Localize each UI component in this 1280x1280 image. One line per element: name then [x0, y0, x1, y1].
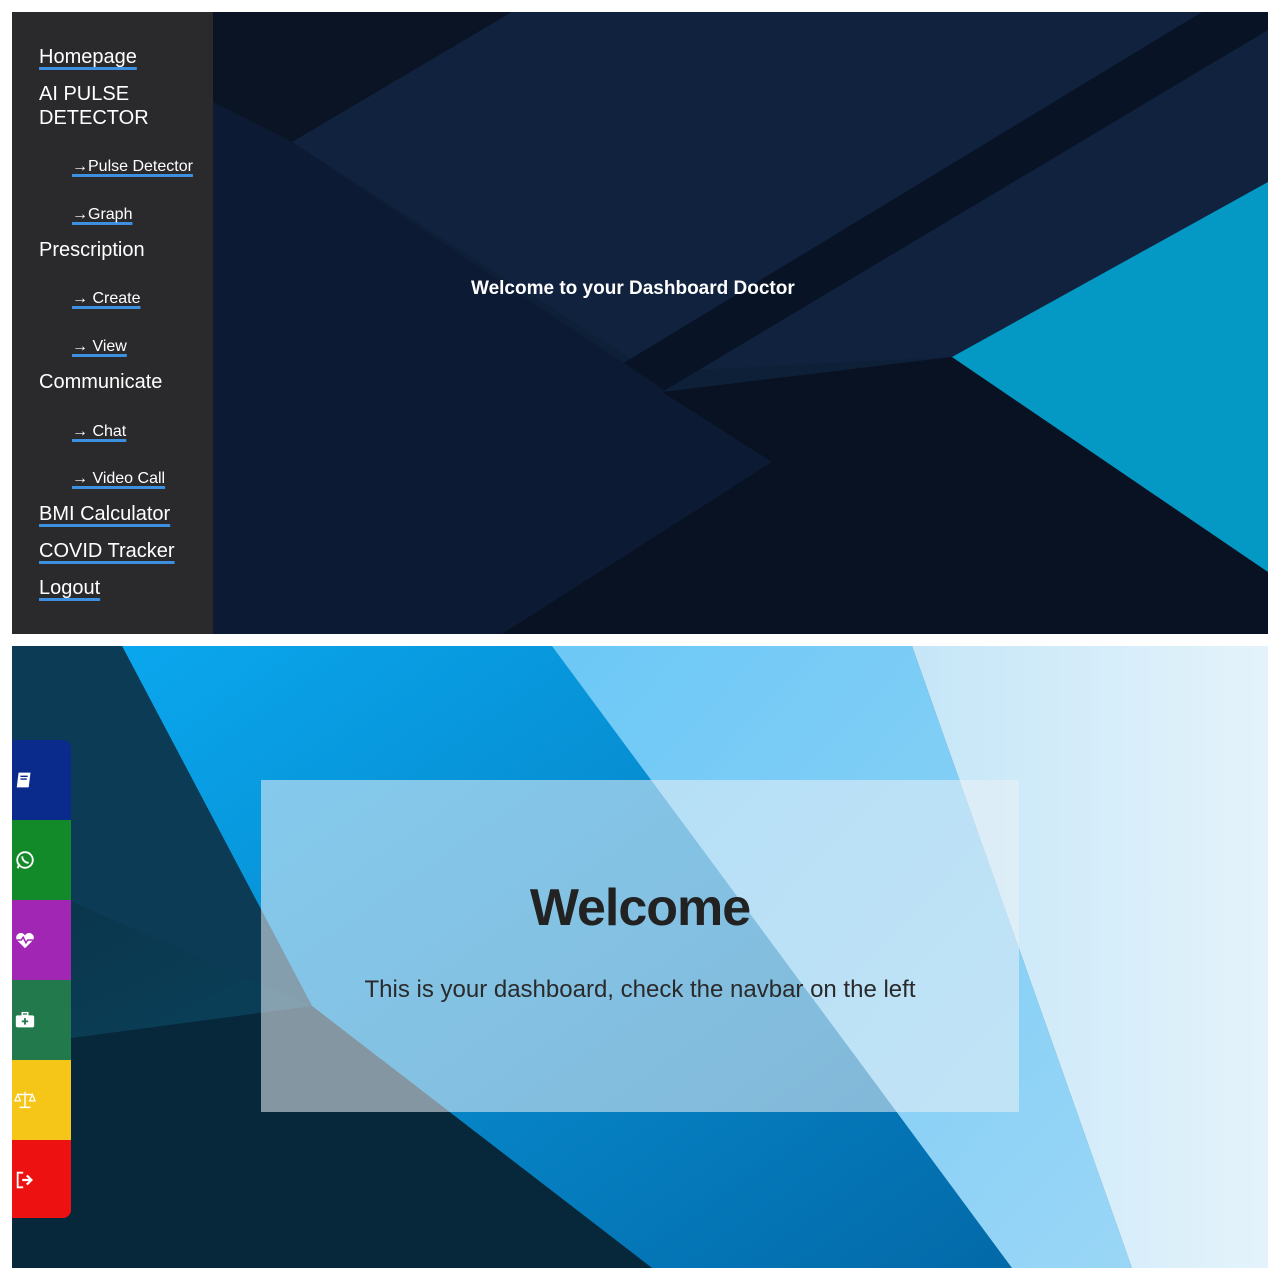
scale-icon: [14, 1091, 36, 1109]
nav-section-ai-pulse-detector: AI PULSE DETECTOR: [39, 83, 149, 129]
nav-covid-tracker[interactable]: COVID Tracker: [39, 540, 175, 562]
nav-section-prescription: Prescription: [39, 239, 145, 261]
patient-icon-sidebar: [12, 740, 71, 1218]
welcome-card: Welcome This is your dashboard, check th…: [261, 780, 1019, 1112]
nav-create[interactable]: → Create: [72, 289, 140, 309]
nav-pulse-detector[interactable]: →Pulse Detector: [72, 157, 193, 177]
book-icon: [16, 772, 31, 788]
nav-heartbeat-button[interactable]: [12, 900, 71, 980]
sign-out-icon: [16, 1171, 33, 1189]
nav-whatsapp-button[interactable]: [12, 820, 71, 900]
nav-logout-button[interactable]: [12, 1140, 71, 1218]
nav-video-call[interactable]: → Video Call: [72, 469, 165, 489]
whatsapp-icon: [16, 851, 34, 869]
nav-homepage[interactable]: Homepage: [39, 46, 137, 68]
nav-logout[interactable]: Logout: [39, 577, 100, 599]
nav-chat[interactable]: → Chat: [72, 422, 126, 442]
doctor-welcome-text: Welcome to your Dashboard Doctor: [471, 278, 795, 299]
heartbeat-icon: [16, 932, 34, 949]
welcome-subtitle: This is your dashboard, check the navbar…: [364, 976, 916, 1003]
nav-first-aid-button[interactable]: [12, 980, 71, 1060]
nav-view[interactable]: → View: [72, 337, 127, 357]
doctor-sidebar: Homepage AI PULSE DETECTOR →Pulse Detect…: [12, 12, 213, 634]
welcome-title: Welcome: [529, 879, 751, 937]
nav-book-button[interactable]: [12, 740, 71, 820]
nav-bmi-calculator[interactable]: BMI Calculator: [39, 503, 170, 525]
nav-bmi-scale-button[interactable]: [12, 1060, 71, 1140]
patient-dashboard-panel: Welcome This is your dashboard, check th…: [12, 646, 1268, 1268]
doctor-dashboard-panel: Homepage AI PULSE DETECTOR →Pulse Detect…: [12, 12, 1268, 634]
nav-section-communicate: Communicate: [39, 371, 163, 393]
nav-graph[interactable]: →Graph: [72, 205, 132, 225]
first-aid-kit-icon: [15, 1011, 35, 1028]
